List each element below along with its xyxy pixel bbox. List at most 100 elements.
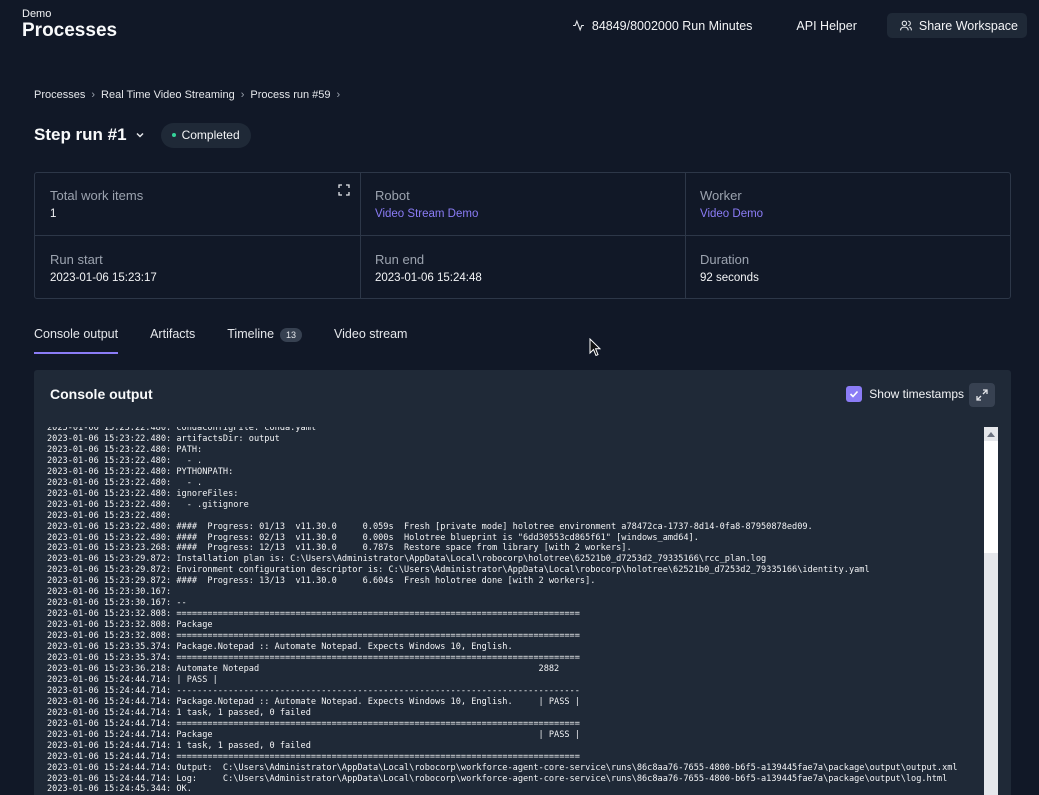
api-helper-button[interactable]: API Helper xyxy=(796,19,856,33)
users-icon xyxy=(899,20,912,31)
expand-icon xyxy=(976,389,988,401)
console-line: 2023-01-06 15:23:29.872: #### Progress: … xyxy=(47,576,596,587)
console-line: 2023-01-06 15:24:44.714: Package | PASS … xyxy=(47,729,580,740)
console-line: 2023-01-06 15:23:29.872: Environment con… xyxy=(47,565,870,576)
console-line: 2023-01-06 15:23:22.480: - .gitignore xyxy=(47,499,249,510)
console-line: 2023-01-06 15:24:44.714: Output: C:\User… xyxy=(47,762,958,773)
tab-label: Timeline xyxy=(227,327,275,341)
console-line: 2023-01-06 15:23:22.480: ignoreFiles: xyxy=(47,488,239,499)
console-line: 2023-01-06 15:23:22.480: artifactsDir: o… xyxy=(47,433,280,444)
console-output-panel: Console output Show timestamps 2023-01-0… xyxy=(34,370,1011,795)
header-actions: 84849/8002000 Run Minutes API Helper Sha… xyxy=(572,13,1027,38)
share-workspace-button[interactable]: Share Workspace xyxy=(886,13,1027,38)
tab-video-stream[interactable]: Video stream xyxy=(334,322,407,354)
tab-label: Console output xyxy=(34,327,119,341)
chevron-right-icon: › xyxy=(336,89,341,101)
console-line: 2023-01-06 15:24:44.714: 1 task, 1 passe… xyxy=(47,740,311,751)
chevron-down-icon[interactable] xyxy=(135,130,145,140)
chevron-up-icon xyxy=(987,432,995,437)
console-line: 2023-01-06 15:23:22.480: #### Progress: … xyxy=(47,521,813,532)
chevron-right-icon: › xyxy=(240,89,245,101)
console-output-title: Console output xyxy=(50,386,153,402)
step-header: Step run #1 Completed xyxy=(34,122,251,148)
run-minutes-label: 84849/8002000 Run Minutes xyxy=(591,18,753,33)
run-minutes: 84849/8002000 Run Minutes xyxy=(572,18,753,33)
duration: Duration 92 seconds xyxy=(700,252,759,284)
console-line: 2023-01-06 15:23:32.808: ===============… xyxy=(47,609,580,620)
tab-timeline[interactable]: Timeline 13 xyxy=(227,322,303,354)
scrollbar-thumb[interactable] xyxy=(984,441,998,553)
run-details: Total work items 1 Robot Video Stream De… xyxy=(34,172,1011,299)
share-workspace-label: Share Workspace xyxy=(918,18,1018,33)
run-end-value: 2023-01-06 15:24:48 xyxy=(375,272,482,284)
tab-console-output[interactable]: Console output xyxy=(34,322,119,354)
divider xyxy=(35,235,1010,236)
step-title[interactable]: Step run #1 xyxy=(34,125,127,145)
organization-name: Demo xyxy=(22,8,52,20)
show-timestamps-label: Show timestamps xyxy=(869,387,964,401)
chevron-right-icon: › xyxy=(91,89,96,101)
console-line: 2023-01-06 15:24:44.714: Log: C:\Users\A… xyxy=(47,773,948,784)
console-line: 2023-01-06 15:24:45.344: OK. xyxy=(47,784,192,795)
console-line: 2023-01-06 15:24:44.714: ===============… xyxy=(47,751,580,762)
run-end: Run end 2023-01-06 15:24:48 xyxy=(375,252,482,284)
run-end-label: Run end xyxy=(375,252,425,267)
console-line: 2023-01-06 15:23:22.480: PYTHONPATH: xyxy=(47,466,234,477)
robot-link[interactable]: Video Stream Demo xyxy=(375,208,478,220)
console-line: 2023-01-06 15:24:44.714: 1 task, 1 passe… xyxy=(47,707,311,718)
tab-label: Artifacts xyxy=(150,327,196,341)
console-line: 2023-01-06 15:23:32.808: ===============… xyxy=(47,631,580,642)
console-line: 2023-01-06 15:23:30.167: xyxy=(47,587,172,598)
console-line: 2023-01-06 15:23:35.374: Package.Notepad… xyxy=(47,642,513,653)
tab-label: Video stream xyxy=(334,327,408,341)
console-line: 2023-01-06 15:23:22.480: PATH: xyxy=(47,444,203,455)
console-line: 2023-01-06 15:23:22.480: - . xyxy=(47,455,203,466)
console-line: 2023-01-06 15:23:22.480: - . xyxy=(47,477,203,488)
console-line: 2023-01-06 15:23:35.374: ===============… xyxy=(47,653,580,664)
run-start-label: Run start xyxy=(50,252,103,267)
status-dot xyxy=(171,133,176,137)
console-line: 2023-01-06 15:24:44.714: Package.Notepad… xyxy=(47,696,580,707)
scroll-up-arrow[interactable] xyxy=(984,427,998,441)
show-timestamps-toggle: Show timestamps xyxy=(846,386,964,402)
status-badge: Completed xyxy=(160,122,251,148)
tab-artifacts[interactable]: Artifacts xyxy=(150,322,195,354)
console-line: 2023-01-06 15:23:30.167: -- xyxy=(47,598,187,609)
console-log[interactable]: 2023-01-06 15:23:22.480: condaConfigFile… xyxy=(46,427,985,795)
console-scrollbar[interactable] xyxy=(984,427,998,795)
run-start: Run start 2023-01-06 15:23:17 xyxy=(50,252,157,284)
total-work-items-value: 1 xyxy=(50,208,57,220)
mouse-pointer-icon xyxy=(589,338,601,357)
fullscreen-icon[interactable] xyxy=(338,184,350,196)
robot: Robot Video Stream Demo xyxy=(375,188,478,220)
console-line: 2023-01-06 15:23:36.218: Automate Notepa… xyxy=(47,663,560,674)
console-line: 2023-01-06 15:23:23.268: #### Progress: … xyxy=(47,543,632,554)
total-work-items: Total work items 1 xyxy=(50,188,143,220)
worker-link[interactable]: Video Demo xyxy=(700,208,763,220)
console-line: 2023-01-06 15:23:32.808: Package xyxy=(47,620,213,631)
duration-value: 92 seconds xyxy=(700,272,759,284)
console-line: 2023-01-06 15:23:22.480: condaConfigFile… xyxy=(47,427,317,433)
worker: Worker Video Demo xyxy=(700,188,763,220)
breadcrumb-processes[interactable]: Processes xyxy=(34,89,85,101)
timeline-count-badge: 13 xyxy=(280,328,303,342)
expand-console-button[interactable] xyxy=(969,383,995,407)
console-line: 2023-01-06 15:23:22.480: #### Progress: … xyxy=(47,532,699,543)
status-label: Completed xyxy=(181,128,240,142)
show-timestamps-checkbox[interactable] xyxy=(846,386,863,402)
breadcrumb: Processes › Real Time Video Streaming › … xyxy=(34,89,346,101)
worker-label: Worker xyxy=(700,188,742,203)
console-line: 2023-01-06 15:24:44.714: | PASS | xyxy=(47,674,218,685)
breadcrumb-process-run[interactable]: Process run #59 xyxy=(250,89,330,101)
page-title: Processes xyxy=(22,20,118,41)
breadcrumb-process[interactable]: Real Time Video Streaming xyxy=(101,89,235,101)
console-line: 2023-01-06 15:24:44.714: ===============… xyxy=(47,718,580,729)
check-icon xyxy=(850,390,859,398)
run-start-value: 2023-01-06 15:23:17 xyxy=(50,272,157,284)
console-lines: 2023-01-06 15:23:22.480: condaConfigFile… xyxy=(47,427,958,795)
tab-bar: Console output Artifacts Timeline 13 Vid… xyxy=(34,322,1011,354)
total-work-items-label: Total work items xyxy=(50,188,144,203)
console-line: 2023-01-06 15:24:44.714: ---------------… xyxy=(47,685,580,696)
app-header: Demo Processes 84849/8002000 Run Minutes… xyxy=(0,0,1039,50)
activity-icon xyxy=(572,19,584,32)
